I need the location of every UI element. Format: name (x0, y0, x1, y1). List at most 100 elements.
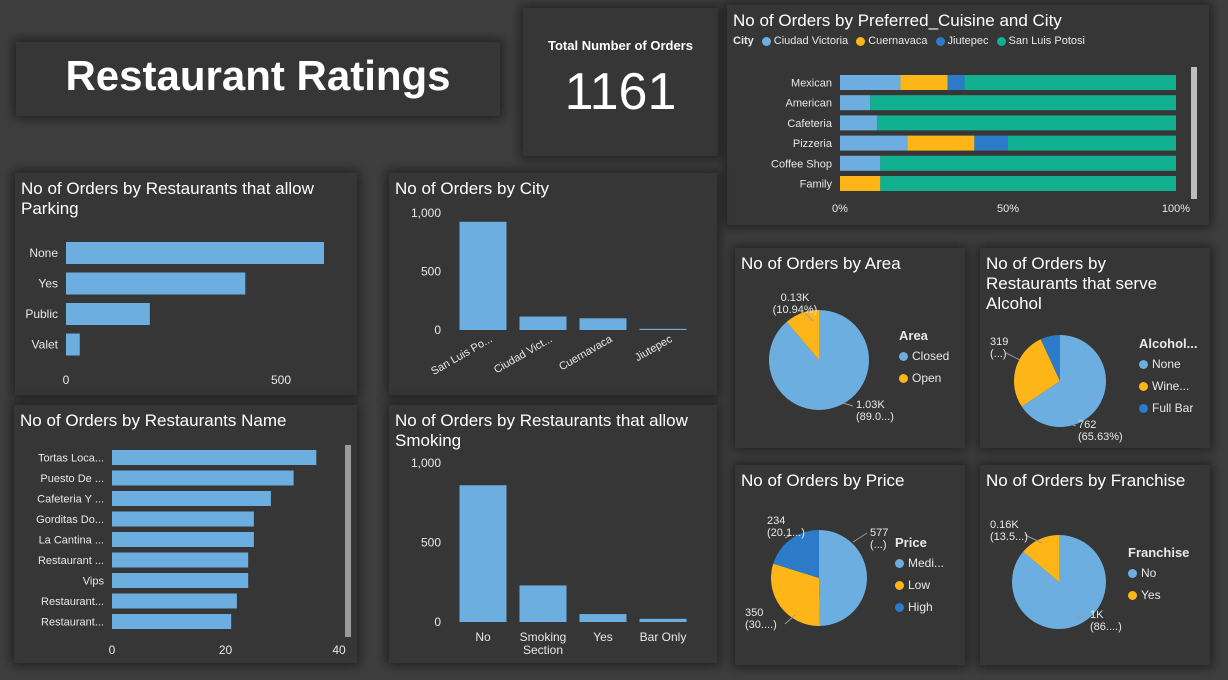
pie-slice (819, 530, 868, 626)
legend-dot (1139, 381, 1148, 391)
data-label: 234 (767, 515, 785, 527)
tick-label: 50% (997, 203, 1019, 215)
bar (112, 593, 237, 609)
title-card: Restaurant Ratings (16, 42, 500, 116)
tick-label: Restaurant ... (38, 555, 104, 567)
legend-dot (899, 373, 908, 383)
tick-label: 1,000 (411, 456, 441, 470)
legend-label: None (1152, 357, 1181, 371)
legend-item-open[interactable]: Open (899, 371, 949, 385)
price-legend-title: Price (895, 535, 927, 550)
tick-label: 0 (434, 615, 441, 629)
bar-segment (840, 155, 881, 171)
legend-label: Yes (1141, 588, 1161, 602)
tick-label: 40 (332, 643, 346, 657)
legend-dot (895, 580, 904, 590)
bar-segment (900, 75, 948, 90)
franchise-legend-title: Franchise (1128, 545, 1190, 560)
tick-label: 20 (219, 643, 233, 657)
legend-item-low[interactable]: Low (895, 578, 944, 592)
smoking-chart: 0 500 1,000 No SmokingSection Yes Bar Only (411, 456, 687, 657)
bar (66, 333, 80, 356)
legend-label: Open (912, 371, 942, 385)
legend-label: Wine... (1152, 379, 1190, 393)
legend-item-closed[interactable]: Closed (899, 349, 949, 363)
tick-label: Vips (83, 576, 105, 588)
cuisine-card[interactable]: No of Orders by Preferred_Cuisine and Ci… (727, 5, 1209, 225)
bar (112, 614, 232, 629)
legend-label: Full Bar (1152, 401, 1194, 415)
smoking-card[interactable]: No of Orders by Restaurants that allow S… (389, 405, 717, 663)
bar (66, 303, 150, 325)
bar (112, 470, 294, 486)
area-legend-title: Area (899, 328, 928, 343)
bar (639, 618, 687, 622)
names-card[interactable]: No of Orders by Restaurants Name Tortas … (14, 405, 357, 663)
bar (66, 272, 246, 295)
tick-label: 500 (271, 373, 291, 387)
bar-segment (840, 95, 871, 111)
bar-segment (840, 135, 908, 151)
leader-line (1005, 352, 1021, 361)
bar (112, 450, 317, 465)
tick-label: Tortas Loca... (38, 453, 104, 465)
tick-label: Jiutepec (633, 333, 675, 364)
tick-label: American (786, 98, 832, 110)
tick-label: Gorditas Do... (36, 514, 104, 526)
data-label: (20.1...) (767, 527, 805, 539)
legend-item-no[interactable]: No (1128, 566, 1189, 580)
legend-label: Low (908, 578, 931, 592)
legend-item-yes[interactable]: Yes (1128, 588, 1189, 602)
legend-dot (1128, 568, 1137, 578)
data-label: 1.03K (856, 399, 885, 411)
alcohol-legend-title: Alcohol... (1139, 336, 1198, 351)
tick-label: Family (800, 179, 833, 191)
bar-segment (870, 95, 1176, 111)
data-label: 762 (1078, 419, 1096, 431)
parking-card[interactable]: No of Orders by Restaurants that allow P… (15, 173, 357, 395)
tick-label: 0 (63, 373, 70, 387)
tick-label: Pizzeria (793, 138, 833, 150)
tick-label: 100% (1162, 203, 1190, 215)
legend-dot (1128, 590, 1137, 600)
leader-line (852, 532, 868, 543)
tick-label: Restaurant... (41, 596, 104, 608)
bar-segment (974, 135, 1008, 151)
legend-dot (1139, 359, 1148, 369)
area-card[interactable]: No of Orders by Area 0.13K (10.94%) 1.03K(… (735, 248, 965, 448)
tick-label: Mexican (791, 78, 832, 90)
data-label: (86....) (1090, 621, 1122, 633)
bar-segment (840, 75, 901, 90)
legend-item-wine[interactable]: Wine... (1139, 379, 1198, 393)
legend-item-full-bar[interactable]: Full Bar (1139, 401, 1198, 415)
bar (459, 221, 507, 330)
price-card[interactable]: No of Orders by Price 577 (...) 350 (30....… (735, 465, 965, 665)
tick-label: 0 (434, 323, 441, 337)
data-label: 1K (1090, 609, 1104, 621)
tick-label: Coffee Shop (771, 158, 832, 170)
cuisine-scrollbar[interactable] (1191, 67, 1197, 199)
kpi-card: Total Number of Orders 1161 (523, 8, 718, 156)
legend-dot (895, 558, 904, 568)
area-legend: Area Closed Open (899, 328, 949, 393)
data-label: (...) (870, 539, 887, 551)
data-label: (89.0...) (856, 411, 894, 423)
tick-label: Section (523, 643, 563, 657)
data-label: (65.63%) (1078, 431, 1123, 443)
bar-segment (907, 135, 975, 151)
bar (459, 485, 507, 622)
legend-item-high[interactable]: High (895, 600, 944, 614)
city-card[interactable]: No of Orders by City 0 500 1,000 San Luis P… (389, 173, 717, 395)
tick-label: Valet (32, 338, 59, 352)
alcohol-card[interactable]: No of Orders by Restaurants that serve A… (980, 248, 1210, 448)
tick-label: None (29, 246, 58, 260)
legend-label: Medi... (908, 556, 945, 570)
names-scrollbar[interactable] (345, 445, 351, 637)
tick-label: 1,000 (411, 206, 441, 220)
legend-item-medium[interactable]: Medi... (895, 556, 944, 570)
leader-line (842, 402, 854, 407)
franchise-card[interactable]: No of Orders by Franchise 0.16K (13.5...)… (980, 465, 1210, 665)
legend-item-none[interactable]: None (1139, 357, 1198, 371)
tick-label: San Luis Po... (429, 333, 494, 378)
bar-segment (947, 75, 965, 90)
